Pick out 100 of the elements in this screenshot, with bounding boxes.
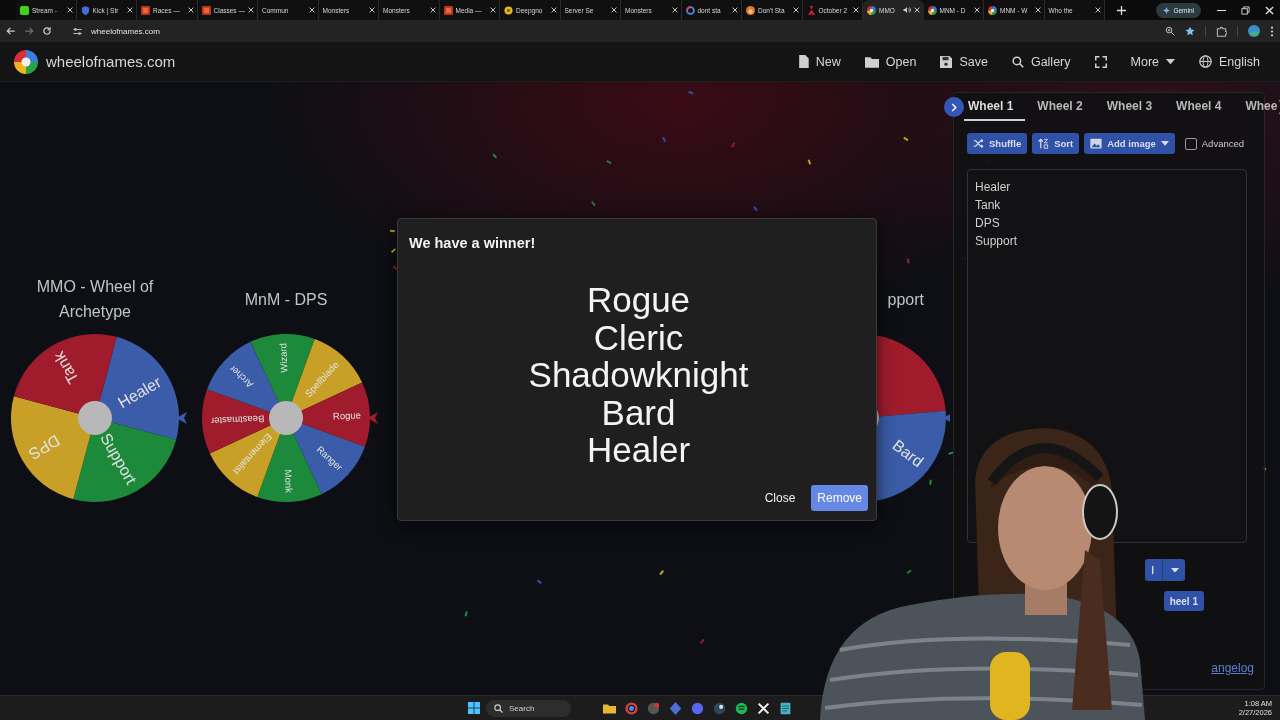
checkbox-label: Advanced — [1201, 138, 1245, 149]
wheel-hub — [78, 401, 112, 435]
circle-icon[interactable] — [713, 701, 726, 715]
menu-button[interactable]: Save — [940, 54, 988, 69]
site-name: wheelofnames.com — [46, 53, 176, 70]
close-icon[interactable] — [550, 7, 557, 13]
wheel-tab[interactable]: Wheel 2 — [1025, 93, 1095, 121]
close-icon[interactable] — [671, 7, 678, 13]
winner-name: Bard — [601, 393, 676, 431]
fullscreen-icon[interactable] — [1094, 55, 1107, 68]
close-icon[interactable] — [66, 7, 73, 13]
logo-icon — [14, 49, 38, 74]
checkbox[interactable] — [1184, 137, 1197, 150]
segment-label: Wizard — [277, 342, 290, 373]
entry-line: Healer — [975, 179, 1012, 196]
menu-icon[interactable] — [1270, 25, 1274, 37]
sort-icon — [1038, 138, 1050, 149]
close-icon[interactable] — [792, 7, 799, 13]
puzzle-icon[interactable] — [1216, 25, 1227, 37]
wheel-icon — [988, 5, 997, 15]
menu-button[interactable]: New — [797, 54, 841, 69]
folder-icon[interactable] — [603, 701, 616, 715]
wheel-tab[interactable]: Wheel 1 — [964, 93, 1026, 121]
segment-label: DPS — [25, 431, 63, 463]
pointer-icon — [367, 412, 378, 424]
star-icon[interactable] — [1185, 26, 1195, 36]
cross-icon[interactable] — [757, 701, 770, 715]
close-icon[interactable] — [369, 7, 375, 13]
caret-icon — [1166, 58, 1175, 65]
entry-line: Support — [975, 233, 1019, 250]
close-icon[interactable] — [490, 7, 496, 13]
close-icon[interactable] — [429, 7, 436, 13]
action-button[interactable]: heel 1 — [1163, 591, 1204, 611]
circle-icon — [746, 5, 755, 15]
dialog-title: We have a winner! — [409, 234, 537, 253]
diamond-icon[interactable] — [669, 701, 682, 715]
tool-button[interactable]: Sort — [1032, 133, 1080, 154]
wheel-title: MnM - DPS — [244, 289, 328, 310]
menu-button[interactable]: More — [1130, 54, 1175, 69]
close-icon[interactable] — [611, 7, 617, 13]
avatar-icon[interactable] — [1248, 25, 1260, 37]
ring-icon — [685, 5, 695, 15]
search-field[interactable]: Search — [486, 699, 571, 717]
sparkle-icon — [1163, 6, 1171, 14]
windows-icon[interactable] — [468, 702, 480, 714]
close-icon[interactable] — [853, 7, 859, 13]
tool-button[interactable]: Shuffle — [967, 133, 1028, 154]
close-icon[interactable] — [187, 7, 194, 13]
reload-icon[interactable] — [42, 26, 52, 36]
gear-icon — [504, 5, 513, 15]
globe-icon — [1199, 55, 1212, 68]
wheel-hub — [269, 401, 303, 435]
restore-icon[interactable] — [1241, 5, 1250, 15]
dropdown-button[interactable]: l — [1145, 559, 1185, 581]
winner-name: Healer — [586, 431, 691, 469]
close-icon[interactable] — [1095, 7, 1101, 13]
close-icon[interactable] — [974, 7, 980, 13]
forward-icon[interactable] — [24, 26, 34, 36]
file-icon — [797, 55, 809, 68]
menu-button[interactable]: English — [1199, 54, 1260, 69]
segment-label: Monk — [282, 469, 295, 494]
new-tab-icon[interactable] — [1117, 5, 1126, 15]
square-icon — [443, 5, 453, 15]
segment-label: Bard — [889, 436, 927, 471]
winner-name: Rogue — [586, 281, 691, 319]
square-icon — [20, 5, 29, 15]
close-icon[interactable] — [913, 7, 920, 13]
search-icon — [1011, 55, 1024, 68]
address-field[interactable]: wheelofnames.com — [91, 26, 160, 36]
close-icon[interactable] — [127, 7, 133, 13]
winner-name: Shadowknight — [528, 356, 749, 394]
wheel-icon — [867, 5, 876, 15]
pointer-icon — [176, 412, 187, 424]
wheel-title: pport — [887, 289, 924, 310]
menu-button[interactable]: Gallery — [1011, 54, 1071, 69]
close-icon[interactable] — [1034, 7, 1041, 13]
notepad-icon[interactable] — [779, 701, 792, 715]
image-icon — [1090, 138, 1103, 149]
tabs-back-button[interactable] — [944, 97, 964, 117]
close-icon[interactable] — [308, 7, 315, 13]
wheel-tab[interactable]: Wheel 3 — [1094, 93, 1165, 121]
wheel-icon — [927, 5, 937, 15]
footer-link[interactable]: angelog — [1211, 661, 1254, 675]
back-icon[interactable] — [6, 26, 16, 36]
menu-button[interactable]: Open — [864, 54, 917, 69]
wheel-title: MMO - Wheel of Archetype — [35, 277, 155, 322]
zoom-icon[interactable] — [1165, 26, 1175, 36]
tune-icon[interactable] — [72, 25, 83, 37]
tool-button[interactable]: Add image — [1084, 133, 1175, 154]
wheel-tab[interactable]: Wheel 4 — [1164, 93, 1234, 121]
close-icon[interactable] — [248, 7, 254, 13]
entry-line: Tank — [975, 197, 1002, 214]
wheel-tab[interactable]: Whee — [1233, 93, 1278, 121]
close-icon[interactable] — [732, 7, 738, 13]
close-button[interactable]: Close — [758, 485, 802, 511]
square-icon — [141, 5, 150, 15]
close-icon[interactable] — [1265, 5, 1274, 15]
ring-icon[interactable] — [625, 701, 638, 715]
square-icon — [201, 5, 211, 15]
circle-icon[interactable] — [735, 701, 748, 715]
